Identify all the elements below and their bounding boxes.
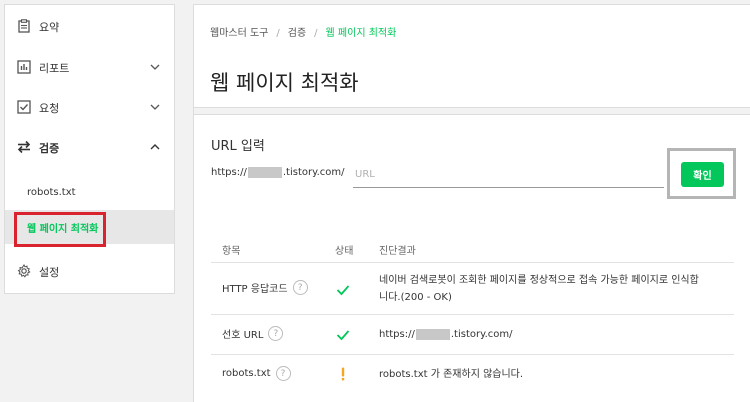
- row-item-label: HTTP 응답코드: [222, 284, 288, 295]
- sidebar-item-label: 요약: [39, 21, 60, 34]
- chevron-down-icon: [150, 104, 160, 110]
- sidebar-item-verify[interactable]: 검증: [5, 128, 174, 168]
- sidebar-item-label: 요청: [39, 102, 60, 115]
- row-result: 네이버 검색로봇이 조회한 페이지를 정상적으로 접속 가능한 페이지로 인식합…: [379, 272, 699, 306]
- row-result: https:// .tistory.com/: [379, 326, 513, 343]
- column-header-status: 상태: [335, 246, 354, 257]
- row-item: 선호 URL ?: [222, 326, 284, 341]
- checkbox-icon: [17, 100, 31, 114]
- check-icon: [336, 330, 350, 341]
- table-row: 선호 URL ? https:// .tistory.com/: [211, 315, 734, 355]
- sidebar-item-settings[interactable]: 설정: [5, 252, 174, 292]
- breadcrumb: 웹마스터 도구 / 검증 / 웹 페이지 최적화: [210, 24, 396, 39]
- chevron-up-icon: [150, 144, 160, 150]
- breadcrumb-current: 웹 페이지 최적화: [325, 28, 397, 39]
- help-icon[interactable]: ?: [292, 280, 308, 295]
- row-result-end: .tistory.com/: [450, 329, 513, 340]
- row-item-label: robots.txt: [222, 368, 271, 379]
- breadcrumb-separator: /: [314, 28, 318, 39]
- check-icon: [336, 285, 350, 296]
- row-item: HTTP 응답코드 ?: [222, 280, 308, 295]
- url-input[interactable]: [353, 162, 664, 188]
- row-result-line: 네이버 검색로봇이 조회한 페이지를 정상적으로 접속 가능한 페이지로 인식합: [379, 275, 699, 286]
- swap-icon: [17, 140, 31, 154]
- sidebar-item-label: 설정: [39, 266, 60, 279]
- breadcrumb-item[interactable]: 웹마스터 도구: [210, 28, 268, 39]
- warning-icon: [341, 367, 345, 381]
- url-prefix-end: .tistory.com/: [282, 167, 345, 178]
- row-item-label: 선호 URL: [222, 330, 264, 341]
- redacted-blog-id: [415, 329, 450, 340]
- column-header-item: 항목: [222, 246, 241, 257]
- breadcrumb-item[interactable]: 검증: [288, 28, 306, 39]
- clipboard-icon: [18, 19, 30, 33]
- breadcrumb-separator: /: [276, 28, 280, 39]
- url-prefix-start: https://: [211, 167, 247, 178]
- highlight-box: [14, 212, 106, 247]
- sidebar-subitem-label: robots.txt: [27, 186, 76, 198]
- url-prefix: https:// .tistory.com/: [211, 167, 345, 178]
- row-result-start: https://: [379, 329, 415, 340]
- sidebar: 요약 리포트 요청 검증 robots.txt 웹 페이지 최적화 설정: [4, 4, 175, 294]
- sidebar-item-request[interactable]: 요청: [5, 88, 174, 128]
- confirm-button[interactable]: 확인: [681, 162, 724, 187]
- help-icon[interactable]: ?: [268, 326, 284, 341]
- diagnosis-table: 항목 상태 진단결과 HTTP 응답코드 ? 네이버 검색로봇이 조회한 페이지…: [211, 233, 734, 395]
- table-row: HTTP 응답코드 ? 네이버 검색로봇이 조회한 페이지를 정상적으로 접속 …: [211, 263, 734, 315]
- row-result-line: 니다.(200 - OK): [379, 292, 452, 303]
- chevron-down-icon: [150, 64, 160, 70]
- help-icon[interactable]: ?: [275, 366, 291, 381]
- sidebar-subitem-robots[interactable]: robots.txt: [5, 175, 174, 209]
- sidebar-item-summary[interactable]: 요약: [5, 7, 174, 47]
- row-result: robots.txt 가 존재하지 않습니다.: [379, 369, 524, 380]
- section-divider: [194, 107, 750, 115]
- row-item: robots.txt ?: [222, 366, 291, 381]
- redacted-blog-id: [247, 167, 282, 178]
- sidebar-item-report[interactable]: 리포트: [5, 48, 174, 88]
- main-panel: 웹마스터 도구 / 검증 / 웹 페이지 최적화 웹 페이지 최적화 URL 입력 ht…: [193, 4, 750, 402]
- sidebar-item-label: 리포트: [39, 62, 70, 75]
- table-header: 항목 상태 진단결과: [211, 233, 734, 263]
- page-title: 웹 페이지 최적화: [210, 71, 359, 95]
- url-input-label: URL 입력: [211, 139, 265, 154]
- column-header-result: 진단결과: [379, 246, 416, 257]
- bar-chart-icon: [17, 60, 31, 74]
- confirm-highlight-box: 확인: [667, 148, 736, 199]
- sidebar-item-label: 검증: [39, 142, 60, 155]
- table-row: robots.txt ? robots.txt 가 존재하지 않습니다.: [211, 355, 734, 395]
- gear-icon: [17, 264, 31, 278]
